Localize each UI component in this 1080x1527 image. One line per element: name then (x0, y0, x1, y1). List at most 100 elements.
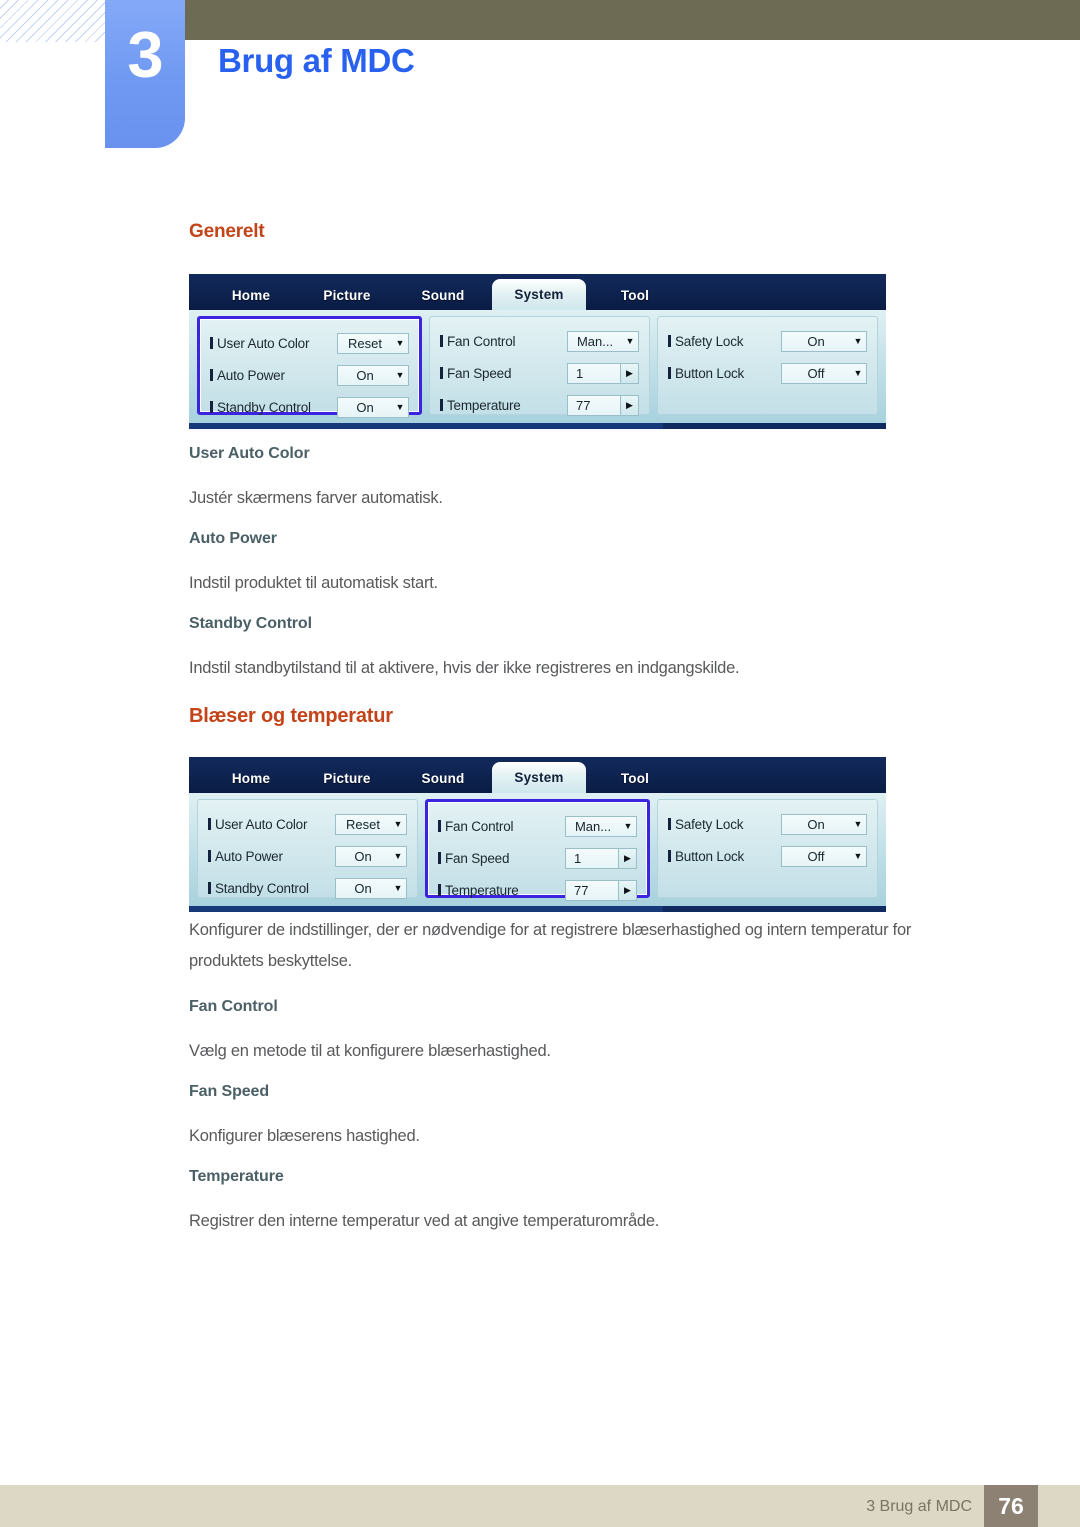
mdc-column-fan-settings: Fan Control Man... ▼ Fan Speed 1 ▶ Tempe… (429, 316, 650, 416)
mdc-tabbar: Home Picture Sound System Tool (189, 757, 886, 793)
footer-chapter-label: 3 Brug af MDC (866, 1498, 972, 1515)
section-heading-generelt: Generelt (189, 221, 265, 242)
mdc-system-panel: User Auto Color Reset ▼ Auto Power On ▼ … (189, 310, 886, 423)
mdc-spinner-fan-speed[interactable]: 1 ▶ (565, 847, 637, 869)
body-blaeser-intro-line2: produktets beskyttelse. (189, 952, 353, 970)
mdc-dropdown-user-auto-color[interactable]: Reset ▼ (337, 332, 409, 354)
chevron-down-icon: ▼ (853, 819, 863, 829)
mdc-row-temperature: Temperature 77 ▶ (438, 875, 637, 905)
bullet-icon (668, 850, 671, 862)
chevron-down-icon: ▼ (393, 851, 403, 861)
mdc-label-fan-speed: Fan Speed (440, 366, 511, 381)
mdc-tab-home[interactable]: Home (204, 281, 298, 310)
mdc-dropdown-button-lock[interactable]: Off ▼ (781, 845, 867, 867)
mdc-value-button-lock: Off (807, 848, 825, 864)
bullet-icon (438, 884, 441, 896)
mdc-tab-tool[interactable]: Tool (588, 281, 682, 310)
spinner-right-arrow-icon[interactable]: ▶ (618, 848, 636, 868)
mdc-row-standby-control: Standby Control On ▼ (208, 873, 407, 903)
mdc-tab-picture[interactable]: Picture (300, 281, 394, 310)
spinner-right-arrow-icon[interactable]: ▶ (620, 395, 638, 415)
spinner-right-arrow-icon[interactable]: ▶ (620, 363, 638, 383)
page-number-badge: 76 (984, 1485, 1038, 1527)
mdc-status-bar (189, 906, 886, 912)
mdc-column-lock-settings: Safety Lock On ▼ Button Lock Off ▼ (657, 799, 878, 898)
mdc-dropdown-standby-control[interactable]: On ▼ (335, 877, 407, 899)
bullet-icon (438, 852, 441, 864)
mdc-status-bar (189, 423, 886, 429)
mdc-label-fan-control: Fan Control (438, 819, 514, 834)
bullet-icon (210, 401, 213, 413)
mdc-dropdown-safety-lock[interactable]: On ▼ (781, 813, 867, 835)
body-fan-speed: Konfigurer blæserens hastighed. (189, 1127, 420, 1145)
mdc-dropdown-auto-power[interactable]: On ▼ (335, 845, 407, 867)
subheading-fan-speed: Fan Speed (189, 1083, 270, 1100)
subheading-temperature: Temperature (189, 1168, 284, 1185)
mdc-dropdown-auto-power[interactable]: On ▼ (337, 364, 409, 386)
mdc-screenshot-fan: Home Picture Sound System Tool User Auto… (189, 757, 886, 912)
chevron-down-icon: ▼ (395, 338, 405, 348)
subheading-standby-control: Standby Control (189, 615, 312, 632)
mdc-value-fan-speed: 1 (576, 365, 584, 381)
mdc-row-fan-speed: Fan Speed 1 ▶ (438, 843, 637, 873)
mdc-row-safety-lock: Safety Lock On ▼ (668, 326, 867, 356)
mdc-tab-list: Home Picture Sound System Tool (204, 279, 684, 310)
mdc-spinner-fan-speed[interactable]: 1 ▶ (567, 362, 639, 384)
mdc-tab-sound[interactable]: Sound (396, 764, 490, 793)
mdc-label-safety-lock: Safety Lock (668, 334, 744, 349)
bullet-icon (210, 369, 213, 381)
mdc-column-lock-settings: Safety Lock On ▼ Button Lock Off ▼ (657, 316, 878, 415)
mdc-tab-home[interactable]: Home (204, 764, 298, 793)
mdc-dropdown-fan-control[interactable]: Man... ▼ (567, 330, 639, 352)
mdc-value-button-lock: Off (807, 365, 825, 381)
mdc-tab-picture[interactable]: Picture (300, 764, 394, 793)
mdc-tab-system[interactable]: System (492, 762, 586, 793)
mdc-row-button-lock: Button Lock Off ▼ (668, 358, 867, 388)
mdc-label-safety-lock: Safety Lock (668, 817, 744, 832)
mdc-dropdown-safety-lock[interactable]: On ▼ (781, 330, 867, 352)
mdc-dropdown-button-lock[interactable]: Off ▼ (781, 362, 867, 384)
mdc-tab-system[interactable]: System (492, 279, 586, 310)
mdc-row-safety-lock: Safety Lock On ▼ (668, 809, 867, 839)
mdc-tab-tool[interactable]: Tool (588, 764, 682, 793)
subheading-fan-control: Fan Control (189, 998, 278, 1015)
section-heading-blaeser: Blæser og temperatur (189, 705, 393, 727)
mdc-label-temperature: Temperature (440, 398, 521, 413)
mdc-dropdown-standby-control[interactable]: On ▼ (337, 396, 409, 418)
mdc-row-temperature: Temperature 77 ▶ (440, 390, 639, 420)
body-temperature: Registrer den interne temperatur ved at … (189, 1212, 660, 1230)
mdc-dropdown-user-auto-color[interactable]: Reset ▼ (335, 813, 407, 835)
chapter-number: 3 (127, 18, 163, 91)
mdc-column-general-settings: User Auto Color Reset ▼ Auto Power On ▼ … (197, 316, 422, 418)
mdc-label-auto-power: Auto Power (210, 368, 285, 383)
chevron-down-icon: ▼ (853, 368, 863, 378)
mdc-row-user-auto-color: User Auto Color Reset ▼ (208, 809, 407, 839)
mdc-spinner-temperature[interactable]: 77 ▶ (567, 394, 639, 416)
subheading-user-auto-color: User Auto Color (189, 445, 310, 462)
mdc-label-user-auto-color: User Auto Color (208, 817, 307, 832)
mdc-label-button-lock: Button Lock (668, 849, 744, 864)
mdc-spinner-temperature[interactable]: 77 ▶ (565, 879, 637, 901)
mdc-label-button-lock: Button Lock (668, 366, 744, 381)
spinner-right-arrow-icon[interactable]: ▶ (618, 880, 636, 900)
mdc-row-fan-control: Fan Control Man... ▼ (440, 326, 639, 356)
mdc-label-temperature: Temperature (438, 883, 519, 898)
mdc-row-auto-power: Auto Power On ▼ (210, 360, 409, 390)
mdc-value-temperature: 77 (576, 397, 591, 413)
chapter-number-tab: 3 (105, 0, 185, 148)
body-auto-power: Indstil produktet til automatisk start. (189, 574, 438, 592)
mdc-tab-sound[interactable]: Sound (396, 281, 490, 310)
mdc-label-auto-power: Auto Power (208, 849, 283, 864)
mdc-dropdown-fan-control[interactable]: Man... ▼ (565, 815, 637, 837)
chevron-down-icon: ▼ (853, 851, 863, 861)
mdc-column-general-settings: User Auto Color Reset ▼ Auto Power On ▼ … (197, 799, 418, 899)
header-olive-bar (185, 0, 1080, 40)
mdc-value-safety-lock: On (807, 816, 825, 832)
chevron-down-icon: ▼ (393, 819, 403, 829)
mdc-label-user-auto-color: User Auto Color (210, 336, 309, 351)
mdc-screenshot-general: Home Picture Sound System Tool User Auto… (189, 274, 886, 429)
body-blaeser-intro-line1: Konfigurer de indstillinger, der er nødv… (189, 921, 912, 939)
chevron-down-icon: ▼ (625, 336, 635, 346)
bullet-icon (440, 335, 443, 347)
mdc-row-standby-control: Standby Control On ▼ (210, 392, 409, 422)
